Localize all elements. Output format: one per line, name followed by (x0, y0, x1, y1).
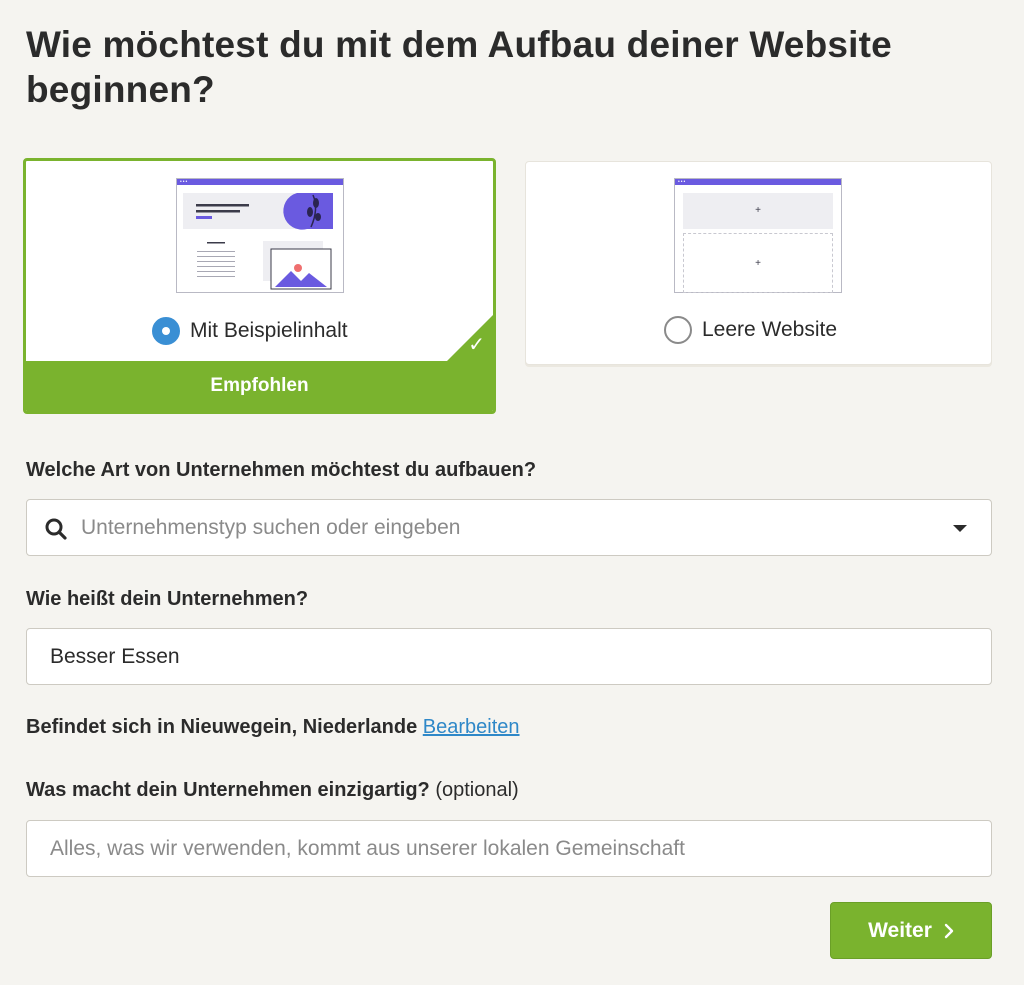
unique-input[interactable] (27, 821, 991, 876)
page-title: Wie möchtest du mit dem Aufbau deiner We… (26, 24, 892, 110)
plus-icon: + (755, 258, 761, 269)
radio-option-empty-website[interactable]: Leere Website (664, 316, 837, 344)
next-button-label: Weiter (868, 918, 932, 942)
search-icon (45, 518, 67, 540)
option-label-sample-content: Mit Beispielinhalt (190, 319, 348, 342)
unique-field[interactable] (26, 820, 992, 877)
business-name-input[interactable] (27, 629, 991, 684)
check-icon: ✓ (468, 334, 485, 356)
sample-layout-illustration (183, 193, 333, 290)
caret-down-icon[interactable] (953, 525, 967, 532)
optional-hint: (optional) (435, 779, 519, 801)
recommended-badge: Empfohlen (26, 361, 493, 411)
business-name-label: Wie heißt dein Unternehmen? (26, 588, 309, 610)
empty-section-placeholder: + (683, 193, 833, 229)
radio-option-sample-content[interactable]: Mit Beispielinhalt (152, 317, 348, 345)
location-text: Befindet sich in Nieuwegein, Niederlande (26, 716, 418, 738)
business-type-input[interactable] (27, 500, 991, 555)
empty-website-thumbnail: ••• + + (674, 178, 842, 293)
option-card-sample-content[interactable]: ••• Mit Beispielinhalt ✓ Empfohlen (23, 158, 496, 414)
radio-button-unchecked[interactable] (664, 316, 692, 344)
unique-label-text: Was macht dein Unternehmen einzigartig? (26, 779, 430, 801)
business-type-combobox[interactable] (26, 499, 992, 556)
unique-label: Was macht dein Unternehmen einzigartig? … (26, 779, 519, 802)
empty-section-placeholder: + (683, 233, 833, 293)
thumbnail-browser-bar: ••• (675, 179, 841, 185)
location-line: Befindet sich in Nieuwegein, Niederlande… (26, 716, 520, 739)
chevron-right-icon (944, 923, 954, 938)
sample-website-thumbnail: ••• (176, 178, 344, 293)
business-name-field[interactable] (26, 628, 992, 685)
edit-location-link[interactable]: Bearbeiten (423, 716, 520, 738)
radio-button-checked[interactable] (152, 317, 180, 345)
option-card-empty-website[interactable]: ••• + + Leere Website (525, 161, 992, 365)
option-label-empty-website: Leere Website (702, 318, 838, 341)
plus-icon: + (755, 205, 761, 216)
next-button[interactable]: Weiter (830, 902, 992, 959)
business-type-label: Welche Art von Unternehmen möchtest du a… (26, 459, 537, 481)
